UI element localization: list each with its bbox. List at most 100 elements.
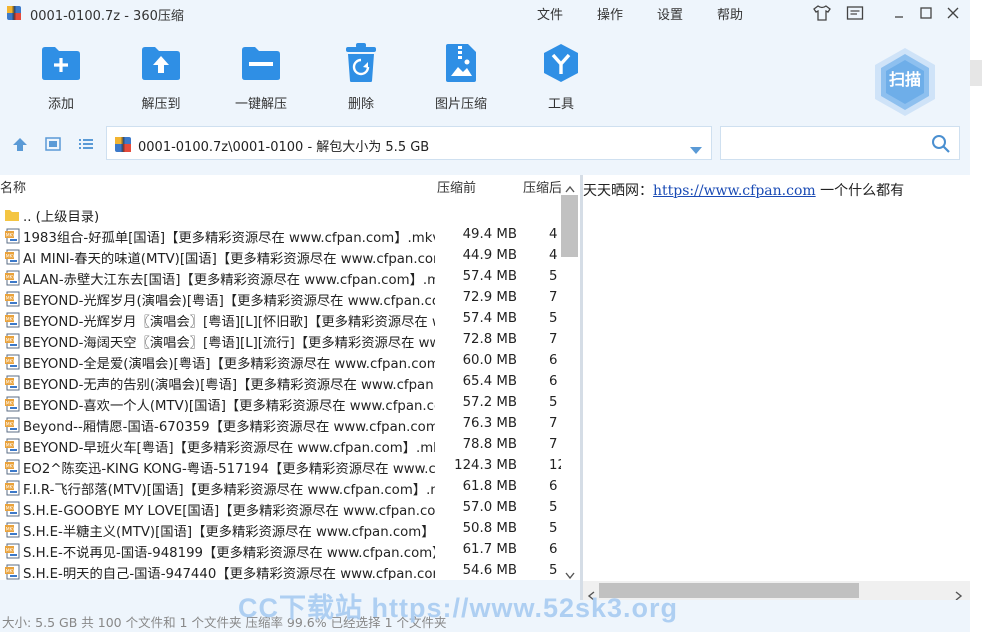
svg-text:MKV: MKV <box>6 569 17 575</box>
delete-button[interactable]: 删除 <box>316 42 406 112</box>
extract-to-button[interactable]: 解压到 <box>116 42 206 112</box>
chevron-down-icon[interactable] <box>689 140 703 159</box>
table-row[interactable]: MKV BEYOND-光辉岁月(演唱会)[粤语]【更多精彩资源尽在 www.cfp… <box>0 289 560 310</box>
file-size: 57.0 MB <box>462 500 517 515</box>
nav-bar: 0001-0100.7z\0001-0100 - 解包大小为 5.5 GB <box>0 126 970 162</box>
file-name: BEYOND-无声的告别(演唱会)[粤语]【更多精彩资源尽在 www.cfpan… <box>23 378 435 393</box>
table-row[interactable]: MKV EO2^陈奕迅-KING KONG-粤语-517194【更多精彩资源尽在 … <box>0 457 566 478</box>
svg-text:MKV: MKV <box>6 443 17 449</box>
table-row[interactable]: MKV S.H.E-不说再见-国语-948199【更多精彩资源尽在 www.cfp… <box>0 541 560 562</box>
table-row[interactable]: MKV BEYOND-全是爱(演唱会)[粤语]【更多精彩资源尽在 www.cfpa… <box>0 352 560 373</box>
table-row[interactable]: MKV S.H.E-明天的自己-国语-947440【更多精彩资源尽在 www.cf… <box>0 562 560 580</box>
tools-button[interactable]: 工具 <box>516 42 606 112</box>
column-name[interactable]: 名称 <box>0 175 430 199</box>
file-name: F.I.R-飞行部落(MTV)[国语]【更多精彩资源尽在 www.cfpan.c… <box>23 483 435 498</box>
file-packed-size: 6 <box>549 353 558 368</box>
file-size: 57.2 MB <box>462 395 517 410</box>
table-row[interactable]: MKV S.H.E-半糖主义(MTV)[国语]【更多精彩资源尽在 www.cfpa… <box>0 520 560 541</box>
shirt-icon[interactable] <box>810 2 834 24</box>
svg-text:MKV: MKV <box>6 464 17 470</box>
vertical-scroll-thumb[interactable] <box>561 195 578 257</box>
column-packed[interactable]: 压缩后 <box>523 175 561 199</box>
scroll-down-icon[interactable] <box>565 565 575 580</box>
video-file-icon: MKV <box>4 312 20 328</box>
table-row[interactable]: MKV ALAN-赤壁大江东去[国语]【更多精彩资源尽在 www.cfpan.co… <box>0 268 560 289</box>
file-name: BEYOND-喜欢一个人(MTV)[国语]【更多精彩资源尽在 www.cfpan… <box>23 399 435 414</box>
up-level-icon[interactable] <box>10 134 30 154</box>
table-row[interactable]: MKV F.I.R-飞行部落(MTV)[国语]【更多精彩资源尽在 www.cfpa… <box>0 478 560 499</box>
table-row[interactable]: MKV S.H.E-GOOBYE MY LOVE[国语]【更多精彩资源尽在 www… <box>0 499 560 520</box>
path-bar[interactable]: 0001-0100.7z\0001-0100 - 解包大小为 5.5 GB <box>106 126 712 160</box>
file-name: S.H.E-半糖主义(MTV)[国语]【更多精彩资源尽在 www.cfpan.c… <box>23 525 435 540</box>
parent-dir-row[interactable]: .. (上级目录) <box>0 205 560 226</box>
table-row[interactable]: MKV BEYOND-喜欢一个人(MTV)[国语]【更多精彩资源尽在 www.cf… <box>0 394 560 415</box>
file-packed-size: 5 <box>549 311 558 326</box>
column-size[interactable]: 压缩前 <box>437 175 517 199</box>
thumbnail-view-icon[interactable] <box>43 134 63 154</box>
search-icon[interactable] <box>931 134 951 158</box>
add-button[interactable]: 添加 <box>16 42 106 112</box>
table-row[interactable]: MKV 1983组合-好孤单[国语]【更多精彩资源尽在 www.cfpan.com… <box>0 226 560 247</box>
file-name: BEYOND-海阔天空〖演唱会〗[粤语][L][流行]【更多精彩资源尽在 www… <box>23 336 435 351</box>
video-file-icon: MKV <box>4 228 20 244</box>
image-compress-button[interactable]: 图片压缩 <box>416 42 506 112</box>
svg-text:MKV: MKV <box>6 317 17 323</box>
file-name: ALAN-赤壁大江东去[国语]【更多精彩资源尽在 www.cfpan.com】.… <box>23 273 435 288</box>
watermark: CC下载站 https://www.52sk3.org <box>238 593 679 623</box>
window-title: 0001-0100.7z - 360压缩 <box>30 9 184 24</box>
table-row[interactable]: MKV Beyond--厢情愿-国语-670359【更多精彩资源尽在 www.cf… <box>0 415 560 436</box>
menu-file[interactable]: 文件 <box>537 4 563 23</box>
table-row[interactable]: MKV BEYOND-早班火车[粤语]【更多精彩资源尽在 www.cfpan.co… <box>0 436 560 457</box>
message-icon[interactable] <box>843 2 867 24</box>
table-row[interactable]: MKV AI MINI-春天的味道(MTV)[国语]【更多精彩资源尽在 www.c… <box>0 247 560 268</box>
menu-settings[interactable]: 设置 <box>657 4 683 23</box>
file-name: 1983组合-好孤单[国语]【更多精彩资源尽在 www.cfpan.com】.m… <box>23 231 435 246</box>
folder-icon <box>4 207 20 223</box>
extract-to-label: 解压到 <box>141 97 181 112</box>
search-input[interactable] <box>720 126 960 160</box>
scan-button[interactable]: 扫描 <box>872 46 938 118</box>
delete-label: 删除 <box>347 97 374 112</box>
archive-app-icon <box>6 5 22 21</box>
list-view-icon[interactable] <box>76 134 96 154</box>
file-packed-size: 7 <box>549 437 558 452</box>
parent-dir-label: .. (上级目录) <box>23 210 100 225</box>
file-size: 124.3 MB <box>454 458 517 473</box>
file-packed-size: 5 <box>549 563 558 578</box>
video-file-icon: MKV <box>4 354 20 370</box>
archive-file-icon <box>114 135 132 157</box>
file-size: 76.3 MB <box>462 416 517 431</box>
file-size: 61.7 MB <box>462 542 517 557</box>
vertical-scrollbar[interactable] <box>561 175 578 580</box>
svg-text:MKV: MKV <box>6 359 17 365</box>
maximize-icon[interactable] <box>914 2 938 24</box>
file-name: BEYOND-光辉岁月(演唱会)[粤语]【更多精彩资源尽在 www.cfpan.… <box>23 294 435 309</box>
svg-text:MKV: MKV <box>6 296 17 302</box>
video-file-icon: MKV <box>4 438 20 454</box>
menu-help[interactable]: 帮助 <box>717 4 743 23</box>
file-size: 50.8 MB <box>462 521 517 536</box>
table-row[interactable]: MKV BEYOND-光辉岁月〖演唱会〗[粤语][L][怀旧歌]【更多精彩资源尽在… <box>0 310 560 331</box>
file-packed-size: 5 <box>549 269 558 284</box>
file-name: BEYOND-光辉岁月〖演唱会〗[粤语][L][怀旧歌]【更多精彩资源尽在 ww… <box>23 315 435 330</box>
menu-operation[interactable]: 操作 <box>597 4 623 23</box>
minimize-icon[interactable] <box>887 2 911 24</box>
tools-icon <box>540 42 582 83</box>
file-name: S.H.E-明天的自己-国语-947440【更多精彩资源尽在 www.cfpan… <box>23 567 435 580</box>
file-packed-size: 7 <box>549 332 558 347</box>
preview-link[interactable]: https://www.cfpan.com <box>653 183 816 199</box>
video-file-icon: MKV <box>4 480 20 496</box>
title-bar: 0001-0100.7z - 360压缩 文件 操作 设置 帮助 <box>0 0 970 28</box>
table-row[interactable]: MKV BEYOND-无声的告别(演唱会)[粤语]【更多精彩资源尽在 www.cf… <box>0 373 560 394</box>
image-compress-label: 图片压缩 <box>434 97 487 112</box>
svg-text:MKV: MKV <box>6 506 17 512</box>
one-click-extract-button[interactable]: 一键解压 <box>216 42 306 112</box>
scroll-right-icon[interactable] <box>955 586 963 600</box>
table-row[interactable]: MKV BEYOND-海阔天空〖演唱会〗[粤语][L][流行]【更多精彩资源尽在 … <box>0 331 560 352</box>
preview-text: 天天晒网：https://www.cfpan.com 一个什么都有 <box>583 180 904 200</box>
file-name: AI MINI-春天的味道(MTV)[国语]【更多精彩资源尽在 www.cfpa… <box>23 252 435 267</box>
video-file-icon: MKV <box>4 522 20 538</box>
svg-text:MKV: MKV <box>6 548 17 554</box>
close-icon[interactable] <box>941 2 965 24</box>
preview-prefix: 天天晒网： <box>583 183 653 199</box>
